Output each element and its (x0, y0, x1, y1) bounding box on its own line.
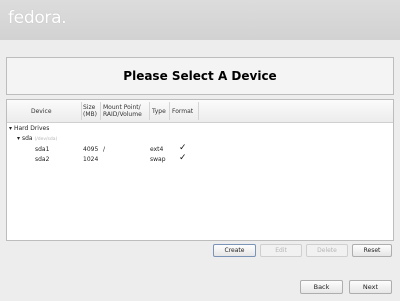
partition-device: sda2 (35, 156, 50, 163)
partition-device: sda1 (35, 146, 50, 153)
delete-button[interactable]: Delete (306, 244, 348, 257)
reset-button[interactable]: Reset (352, 244, 392, 257)
disk-name: sda (21, 135, 33, 142)
partition-size: 4095 (83, 146, 99, 153)
create-button[interactable]: Create (213, 244, 256, 257)
partition-size: 1024 (83, 156, 99, 163)
page-title: Please Select A Device (123, 69, 277, 83)
column-separator (198, 102, 199, 120)
disk-path: (/dev/sda) (34, 137, 58, 142)
format-check-icon: ✓ (179, 143, 187, 153)
column-header-format[interactable]: Format (172, 100, 193, 122)
fedora-logo: fedora. (8, 8, 67, 28)
device-tree[interactable]: Device Size (MB) Mount Point/ RAID/Volum… (6, 99, 394, 241)
header-bar: fedora. (0, 0, 400, 40)
tree-row-hard-drives[interactable]: ▾ Hard Drives (9, 125, 49, 132)
column-header-mount[interactable]: Mount Point/ RAID/Volume (103, 100, 142, 122)
title-panel: Please Select A Device (6, 57, 394, 95)
partition-type: ext4 (150, 146, 164, 153)
tree-row-disk-sda[interactable]: ▾ sda (/dev/sda) (17, 135, 57, 142)
column-separator (100, 102, 101, 120)
group-label: Hard Drives (13, 125, 50, 132)
partition-mount: / (103, 146, 106, 153)
format-check-icon: ✓ (179, 153, 187, 163)
expander-icon[interactable]: ▾ (17, 135, 20, 142)
column-header-size[interactable]: Size (MB) (83, 100, 97, 122)
partition-type: swap (150, 156, 166, 163)
next-button[interactable]: Next (349, 280, 392, 294)
column-separator (81, 102, 82, 120)
edit-button[interactable]: Edit (260, 244, 302, 257)
column-separator (149, 102, 150, 120)
back-button[interactable]: Back (300, 280, 343, 294)
expander-icon[interactable]: ▾ (9, 125, 12, 132)
column-header-type[interactable]: Type (152, 100, 166, 122)
column-header-device[interactable]: Device (31, 100, 52, 122)
tree-header: Device Size (MB) Mount Point/ RAID/Volum… (7, 100, 393, 123)
column-separator (169, 102, 170, 120)
